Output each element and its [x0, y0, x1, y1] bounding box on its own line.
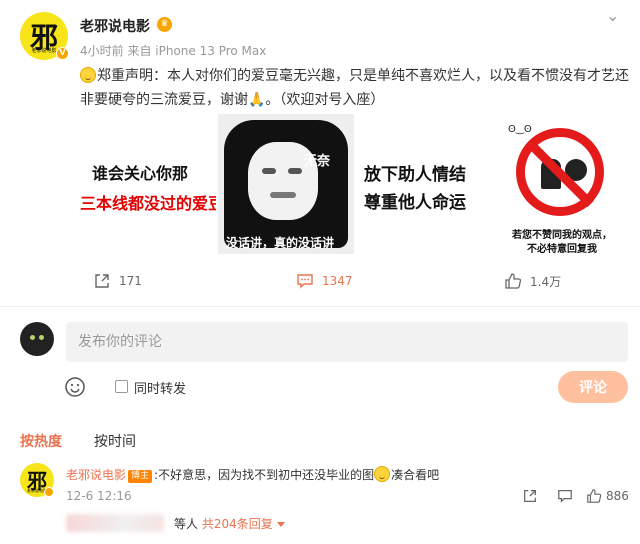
comment-icon [297, 274, 313, 289]
vip-crown-icon[interactable]: ♛ [157, 17, 172, 32]
share-icon [95, 274, 109, 288]
post-image-1[interactable]: 谁会关心你那 三本线都没过的爱豆啊 [80, 114, 216, 254]
author-name[interactable]: 老邪说电影 [80, 16, 150, 36]
post-image-3[interactable]: 放下助人情结 尊重他人命运 [356, 114, 492, 254]
sort-by-time-tab[interactable]: 按时间 [94, 431, 136, 451]
comment-body-start: :不好意思，因为找不到初中还没毕业的图 [154, 468, 375, 482]
repost-checkbox[interactable] [115, 380, 128, 393]
image-caption: 没话讲，真的没话讲 [226, 236, 335, 250]
image-text: 三本线都没过的爱豆啊 [80, 194, 216, 213]
comment-reply-button[interactable] [557, 488, 573, 504]
thumbs-up-icon [505, 273, 522, 289]
verified-v-icon: V [56, 47, 69, 60]
comment-button[interactable]: 1347 [296, 272, 353, 290]
verified-icon [44, 487, 54, 497]
replies-prefix: 等人 [174, 517, 199, 531]
post-image-4[interactable]: ʘ‿ʘ 若您不赞同我的观点， 不必特意回复我 [494, 114, 630, 254]
prohibited-sign-icon [516, 128, 604, 216]
smile-emoji-icon [80, 67, 96, 83]
share-icon [524, 490, 536, 502]
image-text: 若您不赞同我的观点， [512, 230, 612, 241]
emoji-icon[interactable] [64, 376, 86, 398]
current-user-avatar[interactable] [20, 322, 54, 356]
post-source: 来自 iPhone 13 Pro Max [127, 44, 267, 58]
panda-meme-figure [224, 120, 348, 248]
replies-summary[interactable]: 等人 共204条回复 [66, 512, 316, 534]
image-text: 不必特意回复我 [527, 244, 597, 254]
comment-body-end: 凑合看吧 [391, 468, 440, 482]
image-text: 放下助人情结 [364, 165, 466, 185]
comment-input[interactable]: 发布你的评论 [66, 322, 628, 362]
replies-count: 共204条回复 [201, 517, 273, 531]
repost-label[interactable]: 同时转发 [134, 378, 186, 397]
ghost-faces-icon: ʘ‿ʘ [508, 124, 532, 135]
chevron-down-icon[interactable]: ⌄ [606, 6, 619, 25]
post-image-2[interactable]: 无奈 没话讲，真的没话讲 [218, 114, 354, 254]
image-text: 无奈 [304, 154, 331, 169]
comment-share-button[interactable] [522, 488, 538, 504]
comment-like-button[interactable]: 886 [586, 488, 629, 504]
blurred-reply-names [66, 514, 164, 532]
author-badge: 博主 [128, 470, 153, 483]
comment-text: 老邪说电影 博主:不好意思，因为找不到初中还没毕业的图 凑合看吧 [66, 466, 439, 483]
share-button[interactable]: 171 [93, 272, 142, 290]
comment-author[interactable]: 老邪说电影 [66, 468, 126, 482]
post-text: 郑重声明：本人对你们的爱豆毫无兴趣，只是单纯不喜欢烂人，以及看不惯没有才艺还非要… [80, 64, 630, 112]
submit-comment-button[interactable]: 评论 [558, 371, 628, 403]
sort-by-hot-tab[interactable]: 按热度 [20, 431, 62, 451]
image-text: 谁会关心你那 [92, 164, 189, 183]
like-button[interactable]: 1.4万 [504, 272, 561, 290]
reply-icon [558, 490, 572, 503]
post-meta: 4小时前 来自 iPhone 13 Pro Max [80, 42, 266, 59]
replies-text[interactable]: 等人 共204条回复 [174, 515, 285, 532]
comment-like-count: 886 [606, 489, 629, 503]
comment-count: 1347 [322, 274, 353, 288]
share-count: 171 [119, 274, 142, 288]
smile-emoji-icon [374, 466, 391, 482]
post-time[interactable]: 4小时前 [80, 44, 124, 58]
like-count: 1.4万 [530, 274, 562, 289]
comment-time: 12-6 12:16 [66, 489, 132, 503]
image-text: 尊重他人命运 [364, 193, 466, 213]
caret-down-icon [276, 522, 285, 527]
divider [0, 306, 640, 307]
post-body: 郑重声明：本人对你们的爱豆毫无兴趣，只是单纯不喜欢烂人，以及看不惯没有才艺还非要… [80, 68, 629, 108]
thumbs-up-icon [587, 489, 602, 503]
